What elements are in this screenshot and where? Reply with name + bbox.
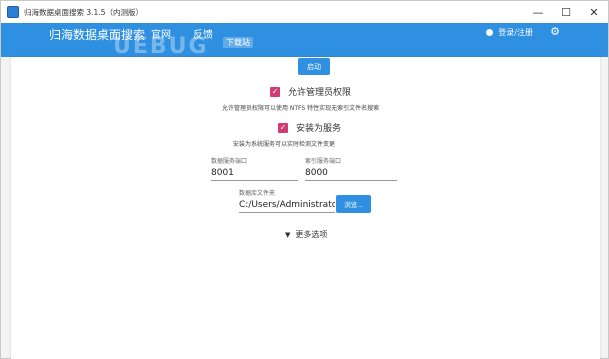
db-port-field[interactable]: 数据服务端口 8001 bbox=[211, 156, 298, 181]
window-controls: — ☐ ✕ bbox=[524, 1, 608, 23]
title-bar: 归海数据桌面搜索 3.1.5（内测版） — ☐ ✕ bbox=[1, 1, 608, 23]
minimize-button[interactable]: — bbox=[524, 1, 552, 23]
app-logo-icon bbox=[7, 6, 19, 18]
admin-permission-description: 允许管理员权限可以使用 NTFS 特性实现无索引文件名搜索 bbox=[222, 105, 380, 112]
browse-button[interactable]: 浏览... bbox=[336, 195, 371, 213]
index-port-label: 索引服务端口 bbox=[305, 158, 342, 165]
more-options-toggle[interactable]: ▼ 更多选项 bbox=[285, 229, 327, 240]
app-header: 归海数据桌面搜索 官网 反馈 UEBUG 下载站 登录/注册 ⚙ bbox=[1, 23, 608, 59]
app-window: 归海数据桌面搜索 3.1.5（内测版） — ☐ ✕ 归海数据桌面搜索 官网 反馈… bbox=[0, 0, 609, 359]
close-button[interactable]: ✕ bbox=[580, 1, 608, 23]
start-button[interactable]: 启动 bbox=[298, 58, 330, 75]
db-folder-label: 数据库文件夹 bbox=[239, 190, 276, 197]
db-port-label: 数据服务端口 bbox=[211, 158, 248, 165]
watermark-logo: UEBUG bbox=[113, 34, 209, 59]
checkmark-icon: ✓ bbox=[278, 122, 288, 133]
settings-panel: 启动 ✓ 允许管理员权限 允许管理员权限可以使用 NTFS 特性实现无索引文件名… bbox=[11, 57, 600, 359]
login-link[interactable]: 登录/注册 bbox=[486, 27, 533, 38]
index-port-input[interactable]: 8000 bbox=[305, 168, 397, 178]
index-port-field[interactable]: 索引服务端口 8000 bbox=[305, 156, 397, 181]
gear-icon[interactable]: ⚙ bbox=[550, 25, 560, 38]
db-folder-field[interactable]: 数据库文件夹 C:/Users/Administrator/G bbox=[239, 188, 335, 213]
db-port-input[interactable]: 8001 bbox=[211, 168, 298, 178]
chevron-down-icon: ▼ bbox=[285, 230, 291, 239]
install-service-description: 安装为系统服务可以实时检测文件变更 bbox=[233, 141, 336, 148]
user-icon bbox=[486, 29, 494, 36]
maximize-button[interactable]: ☐ bbox=[552, 1, 580, 23]
admin-permission-checkbox[interactable]: ✓ 允许管理员权限 bbox=[270, 85, 351, 98]
window-title: 归海数据桌面搜索 3.1.5（内测版） bbox=[24, 7, 143, 17]
login-label: 登录/注册 bbox=[498, 28, 533, 37]
more-options-label: 更多选项 bbox=[295, 230, 328, 239]
admin-permission-label: 允许管理员权限 bbox=[288, 88, 352, 98]
db-folder-input[interactable]: C:/Users/Administrator/G bbox=[239, 200, 335, 210]
checkmark-icon: ✓ bbox=[270, 86, 280, 97]
field-underline bbox=[211, 180, 298, 181]
field-underline bbox=[239, 212, 335, 213]
field-underline bbox=[305, 180, 397, 181]
install-service-checkbox[interactable]: ✓ 安装为服务 bbox=[278, 121, 341, 134]
install-service-label: 安装为服务 bbox=[296, 124, 342, 134]
watermark-tag: 下载站 bbox=[223, 37, 253, 48]
